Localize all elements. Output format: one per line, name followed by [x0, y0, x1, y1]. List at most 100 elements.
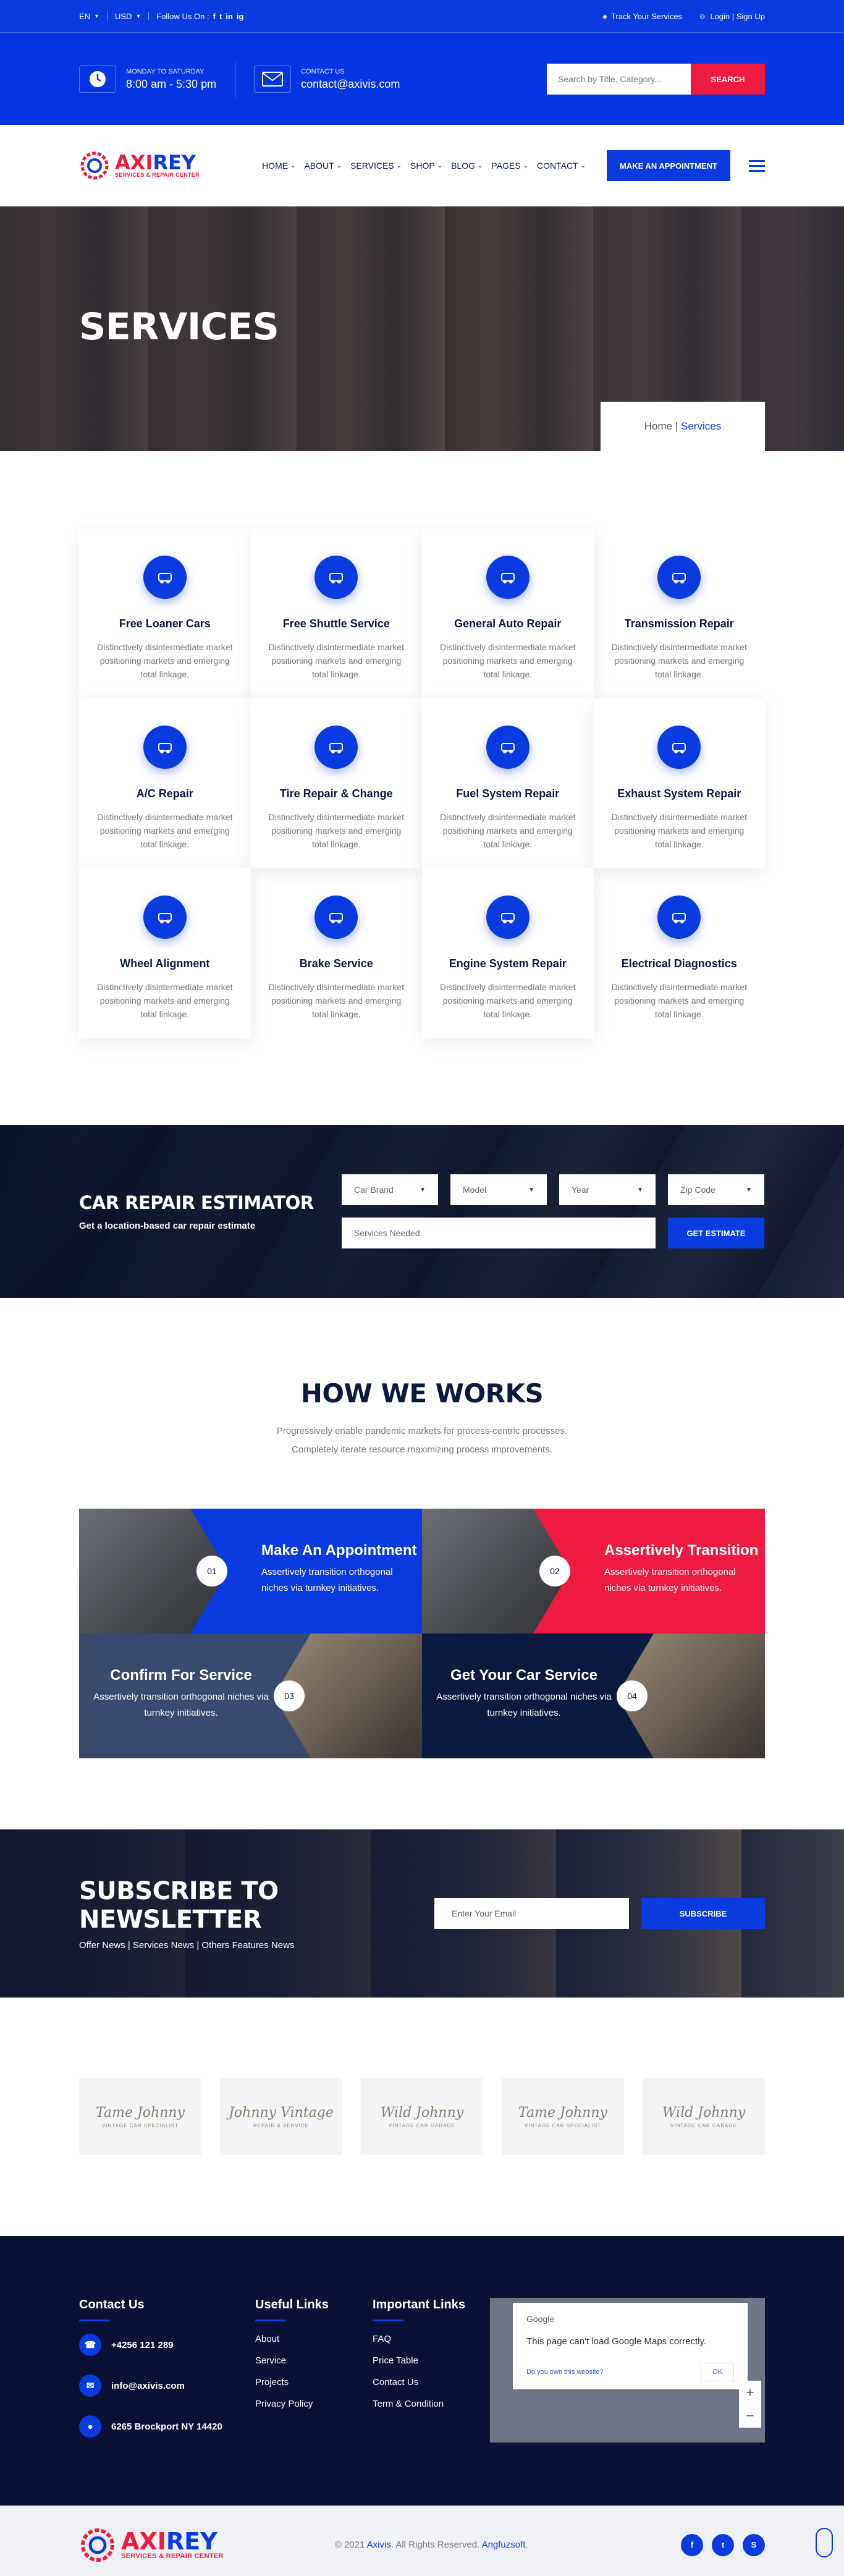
twitter-icon[interactable]: t — [712, 2533, 734, 2556]
user-icon: ☺ — [698, 11, 707, 21]
envelope-icon: ✉ — [79, 2375, 101, 2397]
hamburger-menu-icon[interactable] — [749, 157, 765, 175]
footer-heading: Contact Us — [79, 2298, 145, 2311]
nav-item-home[interactable]: HOME ⌄ — [262, 161, 295, 171]
chevron-down-icon: ⌄ — [478, 162, 483, 169]
footer-link[interactable]: Projects — [255, 2377, 373, 2387]
brand-logo[interactable]: Tame Johnny VINTAGE CAR SPECIALIST — [79, 2078, 201, 2155]
service-card[interactable]: A/C Repair Distinctively disintermediate… — [79, 698, 251, 868]
shuttle-icon — [314, 556, 358, 599]
own-website-link[interactable]: Do you own this website? — [526, 2368, 604, 2376]
nav-item-pages[interactable]: PAGES ⌄ — [491, 161, 528, 171]
get-estimate-button[interactable]: GET ESTIMATE — [668, 1218, 764, 1248]
nav-item-about[interactable]: ABOUT ⌄ — [304, 161, 342, 171]
caret-down-icon: ▼ — [528, 1186, 534, 1193]
copyright-author-link[interactable]: Angfuzsoft — [482, 2540, 526, 2550]
footer-email[interactable]: ✉ info@axivis.com — [79, 2375, 255, 2397]
footer-link[interactable]: Privacy Policy — [255, 2399, 373, 2409]
service-card[interactable]: Fuel System Repair Distinctively disinte… — [422, 698, 594, 868]
services-needed-input[interactable]: Services Needed — [342, 1218, 656, 1248]
service-card[interactable]: Electrical Diagnostics Distinctively dis… — [593, 868, 765, 1038]
subscribe-button[interactable]: SUBSCRIBE — [641, 1898, 765, 1929]
service-card[interactable]: Brake Service Distinctively disintermedi… — [250, 868, 422, 1038]
social-links: Follow Us On : f t in ig — [156, 12, 243, 21]
nav-item-shop[interactable]: SHOP ⌄ — [410, 161, 442, 171]
contact-email-value[interactable]: contact@axivis.com — [301, 78, 400, 91]
step-number: 01 — [196, 1556, 227, 1587]
step-description: Assertively transition orthogonal niches… — [261, 1567, 393, 1593]
chevron-down-icon: ⌄ — [396, 162, 402, 169]
divider — [106, 12, 108, 20]
brand-logo[interactable]: Tame Johnny VINTAGE CAR SPECIALIST — [502, 2078, 624, 2155]
email-input[interactable]: Enter Your Email — [434, 1898, 629, 1929]
login-link[interactable]: ☺ Login | Sign Up — [698, 12, 765, 21]
footer-link[interactable]: Price Table — [373, 2355, 490, 2366]
track-services-link[interactable]: ● Track Your Services — [602, 12, 682, 21]
contact-label: CONTACT US — [301, 67, 345, 75]
nav-item-contact[interactable]: CONTACT ⌄ — [537, 161, 586, 171]
service-card[interactable]: Free Loaner Cars Distinctively disinterm… — [79, 528, 251, 698]
nav-item-blog[interactable]: BLOG ⌄ — [451, 161, 483, 171]
phone-icon: ☎ — [79, 2334, 101, 2356]
footer-link[interactable]: Contact Us — [373, 2377, 490, 2387]
zoom-in-icon[interactable]: + — [746, 2384, 754, 2400]
twitter-icon[interactable]: t — [219, 12, 222, 21]
service-description: Distinctively disintermediate market pos… — [611, 642, 747, 679]
model-select[interactable]: Model ▼ — [450, 1174, 547, 1205]
skype-icon[interactable]: S — [743, 2533, 765, 2556]
logo[interactable]: AXIREY SERVICES & REPAIR CENTER — [79, 150, 200, 181]
newsletter-title: SUBSCRIBE TO NEWSLETTER — [79, 1876, 279, 1934]
brand-logo[interactable]: Wild Johnny VINTAGE CAR GARAGE — [643, 2078, 765, 2155]
footer-link[interactable]: Term & Condition — [373, 2399, 490, 2409]
service-card[interactable]: Engine System Repair Distinctively disin… — [422, 868, 594, 1038]
step-description: Assertively transition orthogonal niches… — [93, 1692, 269, 1718]
facebook-icon[interactable]: f — [681, 2533, 703, 2556]
chevron-down-icon: ⌄ — [437, 162, 443, 169]
footer-link[interactable]: Service — [255, 2355, 373, 2366]
service-description: Distinctively disintermediate market pos… — [268, 982, 404, 1019]
footer-link[interactable]: About — [255, 2334, 373, 2344]
service-title: Tire Repair & Change — [279, 787, 393, 800]
service-card[interactable]: Exhaust System Repair Distinctively disi… — [593, 698, 765, 868]
year-select[interactable]: Year ▼ — [559, 1174, 656, 1205]
heading-underline — [79, 2320, 110, 2321]
brand-tagline: VINTAGE CAR GARAGE — [388, 2122, 456, 2129]
map-zoom-controls[interactable]: + − — [739, 2381, 761, 2428]
email-value: info@axivis.com — [111, 2380, 185, 2391]
brand-logo[interactable]: Johnny Vintage REPAIR & SERVICE — [220, 2078, 342, 2155]
google-map[interactable]: Google This page can't load Google Maps … — [490, 2298, 765, 2443]
scroll-to-top-button[interactable] — [816, 2528, 833, 2557]
car-brand-select[interactable]: Car Brand ▼ — [342, 1174, 438, 1205]
zoom-out-icon[interactable]: − — [746, 2408, 754, 2424]
service-card[interactable]: General Auto Repair Distinctively disint… — [422, 528, 594, 698]
page-title: SERVICES — [79, 305, 279, 349]
service-card[interactable]: Free Shuttle Service Distinctively disin… — [250, 528, 422, 698]
service-card[interactable]: Wheel Alignment Distinctively disinterme… — [79, 868, 251, 1038]
logo-text-red: AXI — [115, 151, 153, 174]
search-input[interactable] — [547, 64, 691, 95]
newsletter-subtitle: Offer News | Services News | Others Feat… — [79, 1939, 295, 1951]
footer-link[interactable]: FAQ — [373, 2334, 490, 2344]
zip-code-select[interactable]: Zip Code ▼ — [668, 1174, 764, 1205]
gear-logo-icon — [81, 2528, 114, 2562]
service-card[interactable]: Tire Repair & Change Distinctively disin… — [250, 698, 422, 868]
appointment-button[interactable]: MAKE AN APPOINTMENT — [607, 150, 730, 181]
ok-button[interactable]: OK — [701, 2363, 734, 2381]
step-tile: 01 Make An Appointment Assertively trans… — [79, 1509, 422, 1633]
currency-select[interactable]: USD ▼ — [115, 12, 141, 21]
instagram-icon[interactable]: ig — [237, 12, 244, 21]
footer-logo[interactable]: AXIREY SERVICES & REPAIR CENTER — [79, 2527, 224, 2564]
service-card[interactable]: Transmission Repair Distinctively disint… — [593, 528, 765, 698]
service-description: Distinctively disintermediate market pos… — [97, 642, 233, 679]
contact-email: CONTACT US contact@axivis.com — [254, 66, 400, 93]
nav-item-services[interactable]: SERVICES ⌄ — [350, 161, 402, 171]
footer-phone[interactable]: ☎ +4256 121 289 — [79, 2334, 255, 2356]
copyright-brand-link[interactable]: Axivis — [367, 2540, 391, 2550]
facebook-icon[interactable]: f — [213, 12, 216, 21]
linkedin-icon[interactable]: in — [226, 12, 233, 21]
brand-logo[interactable]: Wild Johnny VINTAGE CAR GARAGE — [361, 2078, 483, 2155]
search-button[interactable]: SEARCH — [691, 64, 765, 95]
language-select[interactable]: EN ▼ — [79, 12, 99, 21]
logo-text-red: AXI — [121, 2527, 166, 2555]
breadcrumb-home[interactable]: Home — [644, 420, 672, 433]
